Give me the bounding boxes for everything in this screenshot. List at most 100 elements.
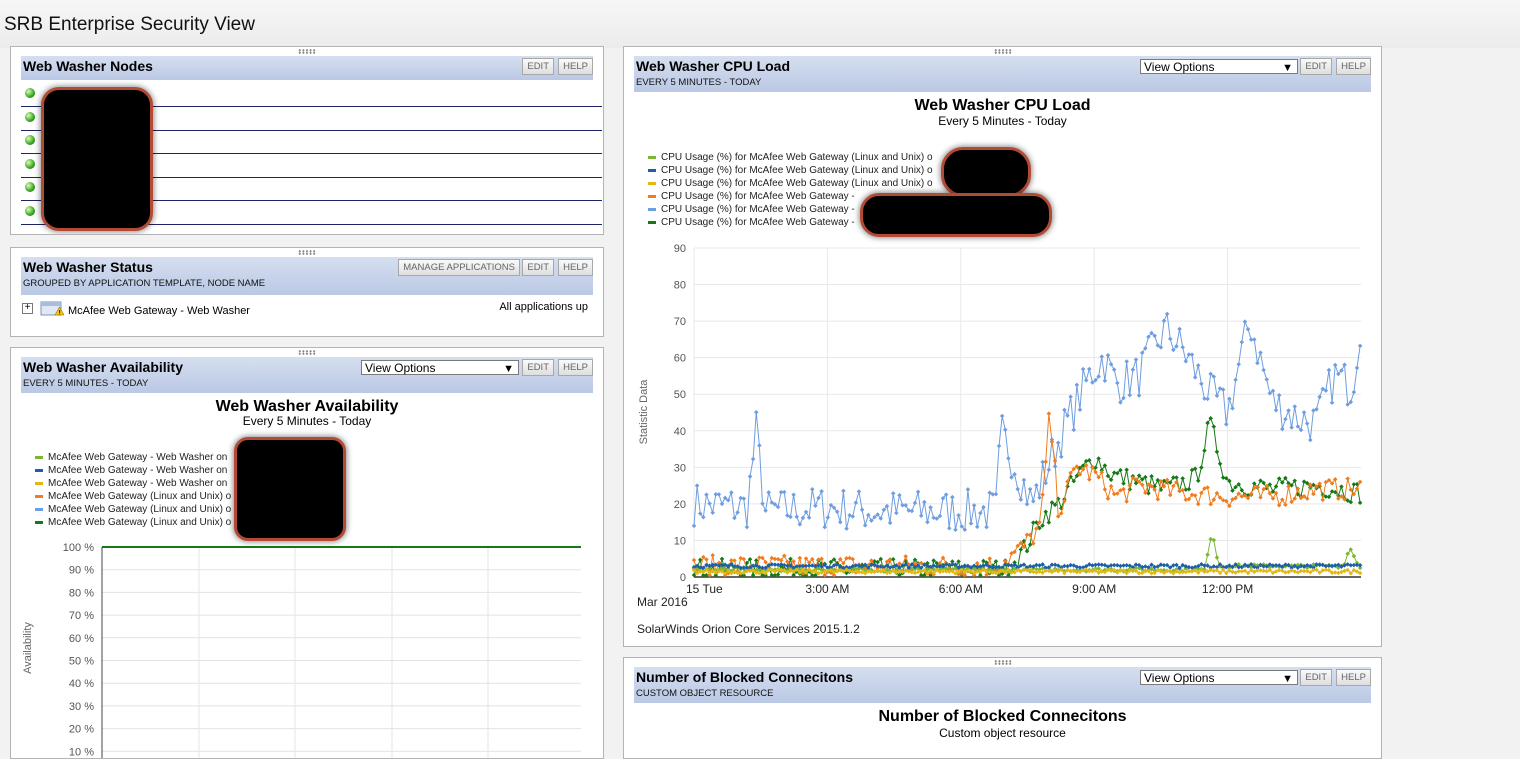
help-button[interactable]: HELP (1336, 58, 1371, 75)
data-point (760, 501, 765, 506)
data-point (800, 515, 806, 521)
y-tick-label: 60 % (69, 633, 94, 645)
data-point (707, 501, 712, 506)
data-point (1264, 377, 1269, 382)
data-point (1096, 474, 1101, 480)
edit-button[interactable]: EDIT (522, 259, 554, 276)
data-point (915, 489, 921, 495)
legend-item: CPU Usage (%) for McAfee Web Gateway (Li… (648, 178, 933, 189)
data-point (1339, 484, 1344, 489)
legend-label: CPU Usage (%) for McAfee Web Gateway (Li… (661, 165, 933, 176)
help-button[interactable]: HELP (1336, 669, 1371, 686)
legend-item: CPU Usage (%) for McAfee Web Gateway (Li… (648, 165, 933, 176)
data-point (1052, 458, 1058, 464)
data-point (766, 490, 771, 495)
drag-handle[interactable] (993, 660, 1012, 665)
blocked-subtitle: CUSTOM OBJECT RESOURCE (636, 688, 774, 699)
help-button[interactable]: HELP (558, 58, 593, 75)
y-tick-label: 10 (674, 535, 686, 547)
data-point (1024, 501, 1030, 507)
data-point (741, 496, 747, 501)
edit-button[interactable]: EDIT (1300, 669, 1332, 686)
data-point (859, 507, 865, 513)
data-point (1040, 492, 1045, 497)
application-group-label[interactable]: McAfee Web Gateway - Web Washer (68, 305, 250, 317)
x-tick-label: 9:00 AM (1072, 582, 1116, 596)
legend-item: McAfee Web Gateway (Linux and Unix) o (35, 517, 231, 528)
view-options-label: View Options (365, 361, 436, 375)
data-point (1217, 461, 1223, 466)
chevron-down-icon: ▼ (1282, 673, 1293, 685)
data-point (974, 524, 980, 530)
edit-button[interactable]: EDIT (1300, 58, 1332, 75)
view-options-label: View Options (1144, 60, 1215, 74)
status-up-icon (25, 182, 35, 193)
help-button[interactable]: HELP (558, 259, 593, 276)
drag-handle[interactable] (298, 49, 316, 54)
data-point (1261, 367, 1266, 373)
status-up-icon (25, 158, 35, 169)
data-point (1068, 394, 1073, 399)
y-tick-label: 100 % (63, 542, 94, 554)
x-tick-label: 6:00 AM (939, 582, 983, 596)
data-point (1351, 553, 1357, 559)
data-point (1192, 493, 1198, 498)
data-point (810, 486, 815, 492)
legend-swatch (35, 494, 43, 498)
data-point (1149, 474, 1154, 479)
legend-label: McAfee Web Gateway - Web Washer on (48, 452, 228, 463)
availability-panel: Web Washer Availability EVERY 5 MINUTES … (10, 347, 604, 759)
drag-handle[interactable] (298, 350, 316, 355)
data-point (1242, 319, 1248, 324)
data-point (1255, 360, 1260, 366)
data-point (918, 513, 924, 518)
y-tick-label: 40 (674, 426, 686, 438)
data-point (816, 495, 821, 501)
legend-swatch (35, 507, 43, 511)
legend-item: McAfee Web Gateway (Linux and Unix) o (35, 504, 231, 515)
manage-applications-button[interactable]: MANAGE APPLICATIONS (398, 259, 520, 276)
view-options-select[interactable]: View Options ▼ (1140, 59, 1298, 74)
cpu-title: Web Washer CPU Load (636, 58, 791, 74)
data-point (1214, 555, 1220, 560)
drag-handle[interactable] (298, 250, 316, 255)
data-point (984, 524, 989, 530)
legend-swatch (35, 481, 43, 485)
application-group-icon: ! (40, 300, 65, 316)
view-options-select[interactable]: View Options ▼ (1140, 670, 1298, 685)
data-point (1283, 502, 1288, 507)
x-tick-label: 12:00 PM (1202, 582, 1253, 596)
data-point (822, 524, 827, 530)
data-point (1024, 548, 1030, 554)
data-point (1230, 406, 1235, 411)
expand-toggle[interactable]: + (22, 303, 33, 314)
drag-handle[interactable] (993, 49, 1012, 54)
view-options-select[interactable]: View Options ▼ (361, 360, 519, 375)
data-point (909, 508, 915, 514)
data-point (1167, 480, 1173, 485)
status-text: All applications up (499, 301, 588, 313)
data-point (1283, 416, 1288, 422)
data-point (1027, 486, 1033, 492)
data-point (956, 513, 961, 518)
legend-swatch (35, 520, 43, 524)
legend-swatch (648, 220, 656, 224)
data-point (1195, 363, 1201, 368)
redaction-block (41, 87, 153, 231)
edit-button[interactable]: EDIT (522, 359, 554, 376)
data-point (844, 526, 849, 531)
help-button[interactable]: HELP (558, 359, 593, 376)
data-point (1102, 378, 1108, 383)
edit-button[interactable]: EDIT (522, 58, 554, 75)
data-point (887, 520, 893, 526)
data-point (1180, 476, 1185, 481)
data-point (1195, 478, 1201, 483)
nodes-header: Web Washer Nodes EDIT HELP (21, 56, 593, 80)
data-point (890, 557, 896, 562)
data-point (1258, 495, 1263, 500)
data-point (981, 504, 986, 510)
legend-swatch (35, 468, 43, 472)
legend-swatch (648, 194, 656, 198)
x-axis-sublabel: Mar 2016 (637, 595, 688, 607)
status-up-icon (25, 88, 35, 98)
